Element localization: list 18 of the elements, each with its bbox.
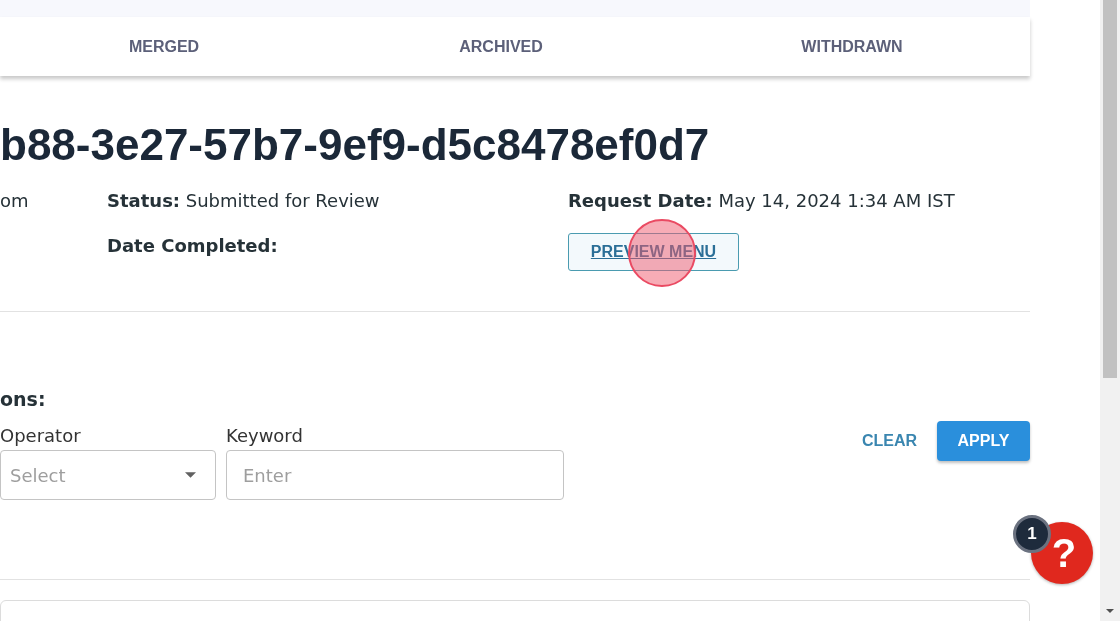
tab[interactable]: WITHDRAWN — [674, 17, 1030, 76]
notification-badge: 1 — [1013, 515, 1051, 553]
email-text: om — [0, 189, 30, 213]
conditions-heading: ons: — [0, 387, 47, 411]
caret-icon — [185, 472, 196, 478]
date-completed-label: Date Completed: — [107, 234, 279, 258]
tab[interactable]: MERGED — [0, 17, 328, 76]
scroll-down-icon[interactable] — [1106, 609, 1114, 613]
clear-button[interactable]: CLEAR — [861, 432, 917, 450]
request-title: b88-3e27-57b7-9ef9-d5c8478ef0d7 — [0, 121, 711, 169]
request-date-text: Request Date: May 14, 2024 1:34 AM IST — [568, 189, 956, 213]
keyword-input[interactable]: Enter — [226, 450, 564, 500]
scrollbar-thumb[interactable] — [1103, 0, 1117, 378]
keyword-label: Keyword — [226, 425, 304, 447]
status-text: Status: Submitted for Review — [107, 189, 381, 213]
tab[interactable]: ARCHIVED — [328, 17, 674, 76]
operator-label: Operator — [0, 425, 82, 447]
apply-button[interactable]: APPLY — [937, 421, 1030, 461]
